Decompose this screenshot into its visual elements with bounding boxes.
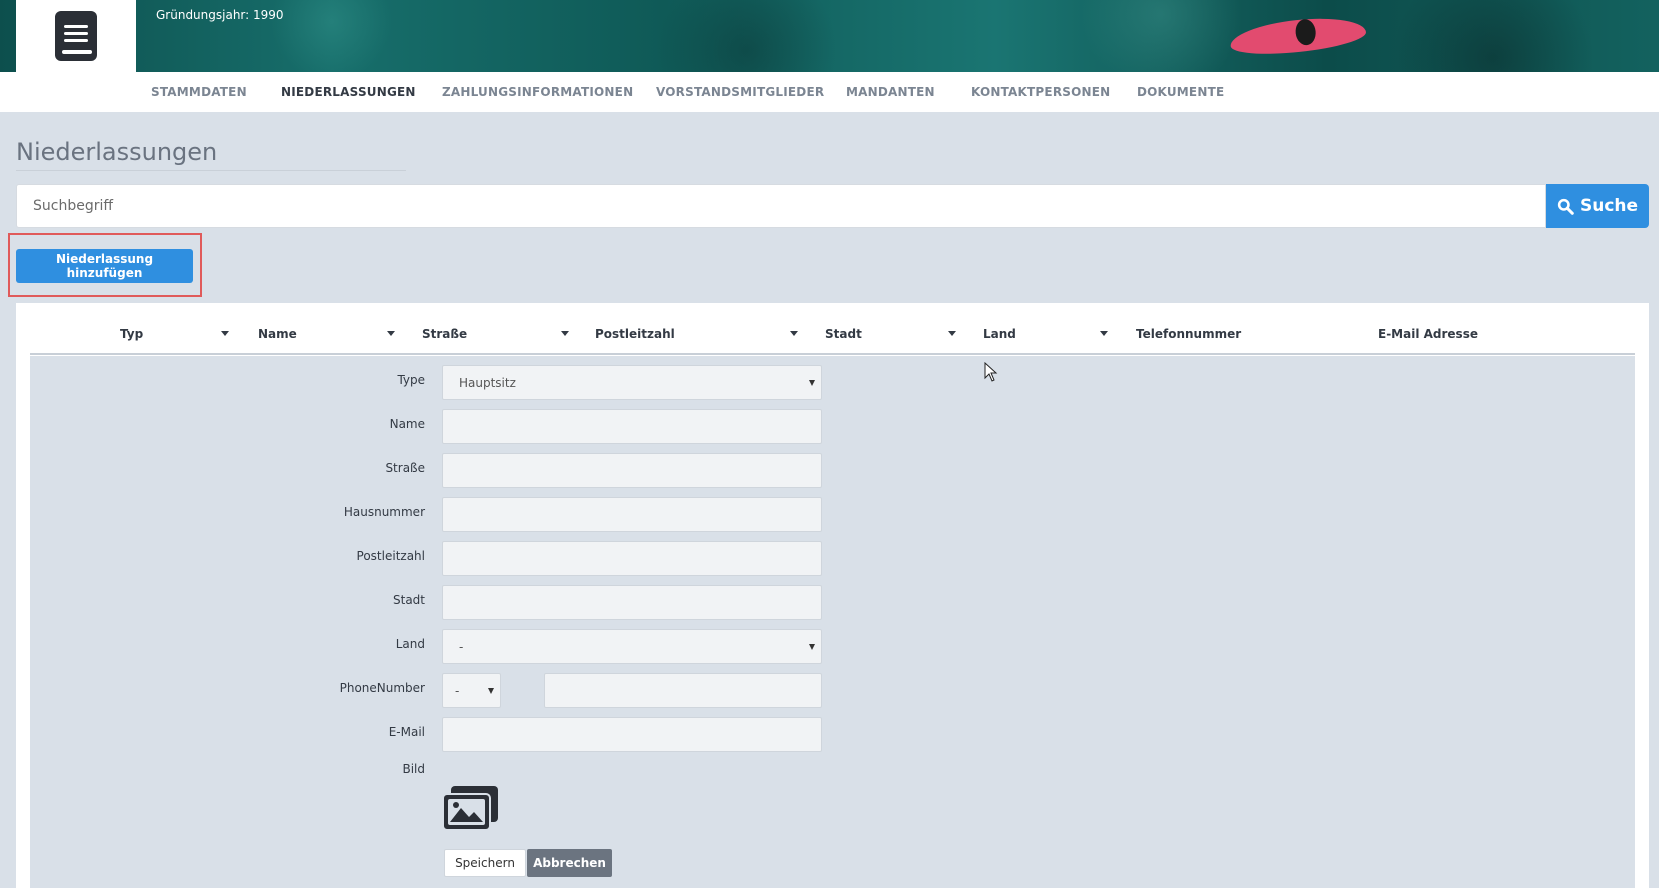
phone-number-input[interactable]: [544, 673, 822, 708]
country-select[interactable]: -: [442, 629, 822, 664]
house-number-label: Hausnummer: [343, 505, 425, 519]
country-label: Land: [395, 637, 425, 651]
select-arrow-icon: [488, 688, 494, 694]
image-upload-icon[interactable]: [443, 786, 499, 830]
image-label: Bild: [402, 762, 425, 776]
mouse-cursor-icon: [984, 362, 998, 382]
tab-vorstandsmitglieder[interactable]: VORSTANDSMITGLIEDER: [656, 85, 824, 99]
street-input[interactable]: [442, 453, 822, 488]
sort-caret-icon[interactable]: [948, 331, 956, 336]
founding-year: Gründungsjahr: 1990: [156, 8, 284, 22]
type-label: Type: [397, 373, 425, 387]
postal-code-input[interactable]: [442, 541, 822, 576]
search-button[interactable]: Suche: [1546, 184, 1649, 228]
tab-kontaktpersonen[interactable]: KONTAKTPERSONEN: [971, 85, 1110, 99]
city-label: Stadt: [393, 593, 425, 607]
sort-caret-icon[interactable]: [790, 331, 798, 336]
logo[interactable]: [16, 0, 136, 72]
add-branch-form: Type Hauptsitz Name Straße Hausnummer Po…: [30, 356, 1635, 888]
type-select-value: Hauptsitz: [459, 376, 516, 390]
select-arrow-icon: [809, 644, 815, 650]
email-input[interactable]: [442, 717, 822, 752]
search-icon: [1557, 198, 1574, 215]
street-label: Straße: [385, 461, 425, 475]
tab-zahlungsinformationen[interactable]: ZAHLUNGSINFORMATIONEN: [442, 85, 633, 99]
tab-niederlassungen[interactable]: NIEDERLASSUNGEN: [281, 85, 416, 99]
phone-prefix-select[interactable]: -: [442, 673, 501, 708]
type-select[interactable]: Hauptsitz: [442, 365, 822, 400]
phone-prefix-value: -: [455, 684, 460, 698]
sort-caret-icon[interactable]: [1100, 331, 1108, 336]
book-logo-icon: [55, 11, 97, 61]
column-header-land[interactable]: Land: [983, 327, 1016, 341]
page-title: Niederlassungen: [16, 138, 406, 171]
select-arrow-icon: [809, 380, 815, 386]
column-header-email: E-Mail Adresse: [1378, 327, 1478, 341]
country-select-value: -: [459, 640, 464, 654]
city-input[interactable]: [442, 585, 822, 620]
column-header-stadt[interactable]: Stadt: [825, 327, 862, 341]
tab-dokumente[interactable]: DOKUMENTE: [1137, 85, 1224, 99]
search-input[interactable]: [16, 184, 1546, 228]
table-header: Typ Name Straße Postleitzahl Stadt Land …: [30, 303, 1635, 355]
search-button-label: Suche: [1579, 196, 1639, 216]
tab-stammdaten[interactable]: STAMMDATEN: [151, 85, 247, 99]
name-input[interactable]: [442, 409, 822, 444]
tab-mandanten[interactable]: MANDANTEN: [846, 85, 935, 99]
house-number-input[interactable]: [442, 497, 822, 532]
email-label: E-Mail: [388, 725, 425, 739]
cancel-button[interactable]: Abbrechen: [527, 849, 612, 877]
postal-code-label: Postleitzahl: [356, 549, 425, 563]
name-label: Name: [389, 417, 425, 431]
column-header-telefonnummer: Telefonnummer: [1136, 327, 1242, 341]
column-header-typ[interactable]: Typ: [120, 327, 143, 341]
tab-bar: STAMMDATEN NIEDERLASSUNGEN ZAHLUNGSINFOR…: [0, 72, 1659, 112]
column-header-postleitzahl[interactable]: Postleitzahl: [595, 327, 675, 341]
branches-table: Typ Name Straße Postleitzahl Stadt Land …: [16, 303, 1649, 888]
column-header-name[interactable]: Name: [258, 327, 297, 341]
sort-caret-icon[interactable]: [561, 331, 569, 336]
phone-label: PhoneNumber: [339, 681, 425, 695]
sort-caret-icon[interactable]: [221, 331, 229, 336]
column-header-strasse[interactable]: Straße: [422, 327, 467, 341]
add-branch-button[interactable]: Niederlassung hinzufügen: [16, 249, 193, 283]
save-button[interactable]: Speichern: [444, 849, 526, 877]
sort-caret-icon[interactable]: [387, 331, 395, 336]
